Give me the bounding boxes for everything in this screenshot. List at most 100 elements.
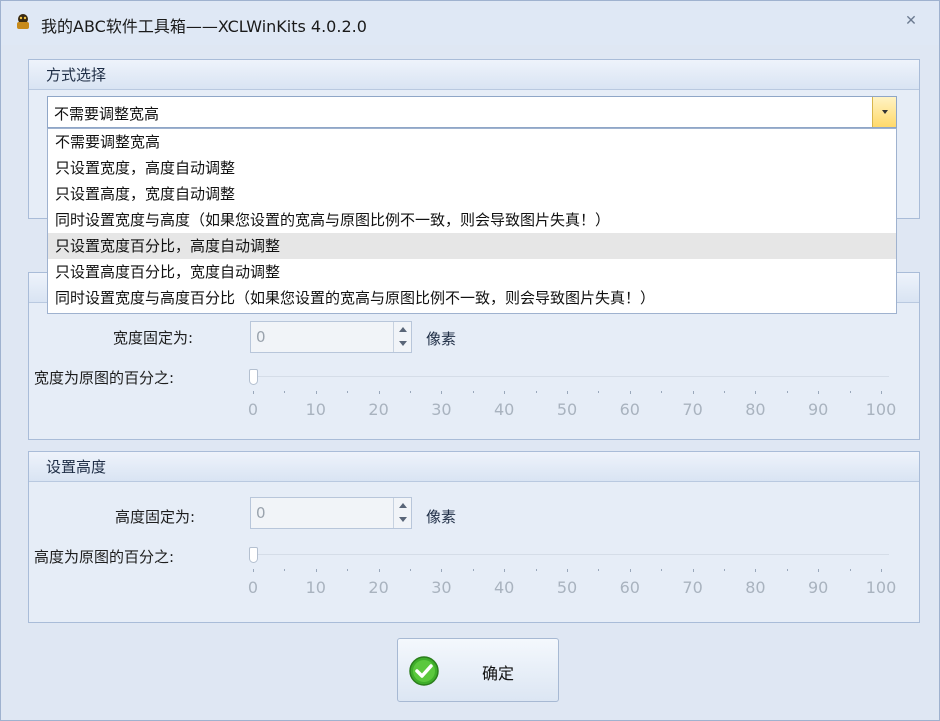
slider-tick-label: 50 [556,400,578,419]
slider-tick-label: 70 [682,400,703,419]
height-fixed-spinner[interactable]: 0 [250,497,412,529]
width-unit-label: 像素 [426,330,457,348]
spinner-buttons [393,322,411,352]
height-unit-label: 像素 [426,508,457,526]
slider-minor-tick [472,391,474,393]
slider-tick-label: 100 [865,578,897,597]
slider-tick [504,569,506,572]
slider-tick-label: 20 [368,578,389,597]
dropdown-option[interactable]: 只设置宽度，高度自动调整 [48,155,896,181]
slider-thumb[interactable] [249,547,258,563]
check-circle-icon [409,656,439,686]
slider-tick-label: 60 [619,400,640,419]
slider-track [249,376,889,377]
slider-tick [378,391,380,394]
height-fixed-value[interactable]: 0 [256,504,266,522]
mode-dropdown-list: 不需要调整宽高 只设置宽度，高度自动调整 只设置高度，宽度自动调整 同时设置宽度与高度… [47,128,897,314]
ok-button-label: 确定 [482,664,515,683]
slider-track [249,554,889,555]
slider-minor-tick [724,569,725,571]
dropdown-option[interactable]: 只设置高度百分比，宽度自动调整 [48,259,896,285]
slider-tick [378,569,380,572]
width-fixed-label: 宽度固定为: [113,329,194,347]
slider-tick-label: 90 [808,400,829,419]
dropdown-option[interactable]: 不需要调整宽高 [48,129,896,155]
close-icon[interactable]: ✕ [903,13,919,29]
slider-tick-label: 10 [305,400,326,419]
slider-tick-label: 80 [745,578,766,597]
slider-minor-tick [347,569,349,571]
slider-tick [629,391,631,394]
slider-minor-tick [786,569,788,571]
slider-tick-label: 100 [865,400,897,419]
slider-tick [881,569,882,572]
slider-minor-tick [284,391,286,393]
slider-tick-label: 40 [494,400,515,419]
slider-tick [441,391,443,394]
spin-down-button[interactable] [394,337,411,352]
slider-tick-label: 60 [619,578,640,597]
slider-minor-tick [661,569,663,571]
width-fixed-value[interactable]: 0 [256,328,266,346]
title-bar[interactable]: 我的ABC软件工具箱——XCLWinKits 4.0.2.0 ✕ [1,1,939,45]
slider-tick [315,569,317,572]
slider-tick-label: 0 [247,578,259,597]
height-percent-slider[interactable]: 0 10 20 30 40 50 60 70 80 90 100 [245,547,896,597]
arrow-down-icon [399,517,407,522]
slider-tick-label: 70 [682,578,703,597]
height-fixed-label: 高度固定为: [115,508,196,526]
app-logo-icon [17,14,29,29]
combo-dropdown-button[interactable] [872,97,896,127]
slider-tick [504,391,506,394]
slider-tick-label: 50 [556,578,578,597]
arrow-down-icon [399,341,407,346]
slider-tick-label: 30 [431,578,452,597]
width-fixed-spinner[interactable]: 0 [250,321,412,353]
height-group-title: 设置高度 [29,452,919,482]
slider-minor-tick [849,569,851,571]
slider-tick-label: 90 [808,578,829,597]
slider-thumb[interactable] [249,369,258,385]
slider-minor-tick [724,391,725,393]
slider-minor-tick [661,391,663,393]
slider-minor-tick [535,569,537,571]
slider-tick [567,569,568,572]
mode-combo[interactable]: 不需要调整宽高 [47,96,897,128]
dropdown-option[interactable]: 同时设置宽度与高度（如果您设置的宽高与原图比例不一致，则会导致图片失真！） [48,207,896,233]
chevron-down-icon [882,110,888,114]
spin-up-button[interactable] [394,498,411,513]
slider-minor-tick [410,569,411,571]
slider-minor-tick [786,391,788,393]
arrow-up-icon [399,503,407,508]
dropdown-option[interactable]: 只设置高度，宽度自动调整 [48,181,896,207]
spinner-buttons [393,498,411,528]
slider-tick [755,569,757,572]
spin-up-button[interactable] [394,322,411,337]
slider-minor-tick [347,391,349,393]
width-percent-slider[interactable]: 0 10 20 30 40 50 60 70 80 90 100 [245,369,896,419]
height-group: 设置高度 [28,451,920,623]
spin-down-button[interactable] [394,513,411,528]
slider-minor-tick [849,391,851,393]
app-window: 我的ABC软件工具箱——XCLWinKits 4.0.2.0 ✕ 方式选择 设置… [0,0,940,721]
slider-minor-tick [410,391,411,393]
slider-tick-label: 0 [247,400,259,419]
mode-group-title: 方式选择 [29,60,919,90]
slider-tick [253,391,254,394]
dropdown-option[interactable]: 同时设置宽度与高度百分比（如果您设置的宽高与原图比例不一致，则会导致图片失真！） [48,285,896,311]
slider-tick [881,391,882,394]
window-title: 我的ABC软件工具箱——XCLWinKits 4.0.2.0 [41,17,367,36]
slider-tick-label: 30 [431,400,452,419]
slider-tick [441,569,443,572]
slider-tick-label: 10 [305,578,326,597]
slider-minor-tick [284,569,286,571]
slider-minor-tick [598,391,600,393]
arrow-up-icon [399,327,407,332]
dropdown-option[interactable]: 只设置宽度百分比，高度自动调整 [48,233,896,259]
slider-tick [253,569,254,572]
mode-combo-value: 不需要调整宽高 [54,105,160,123]
ok-button[interactable]: 确定 [397,638,559,702]
slider-tick [755,391,757,394]
slider-tick [692,569,694,572]
slider-tick [315,391,317,394]
